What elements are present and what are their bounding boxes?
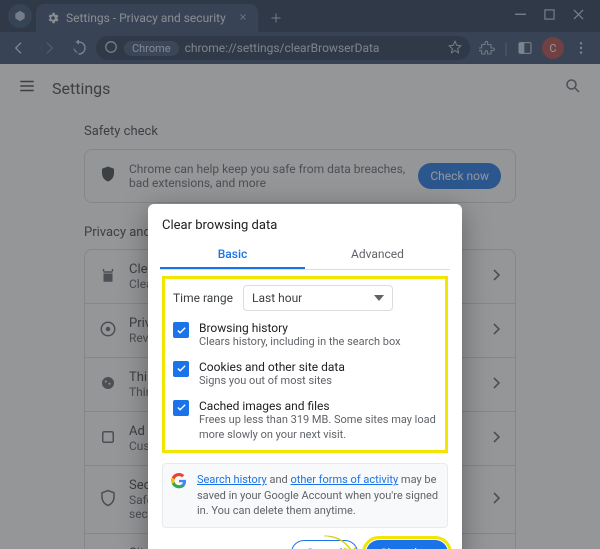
time-range-value: Last hour (252, 291, 302, 305)
dialog-title: Clear browsing data (162, 218, 448, 233)
google-logo-icon (171, 473, 187, 489)
clear-option-row: Browsing historyClears history, includin… (173, 321, 437, 350)
other-activity-link[interactable]: other forms of activity (290, 473, 398, 486)
cancel-button[interactable]: Cancel (291, 540, 358, 549)
option-sublabel: Clears history, including in the search … (199, 335, 401, 350)
clear-browsing-data-dialog: Clear browsing data Basic Advanced Time … (148, 204, 462, 549)
google-info-box: Search history and other forms of activi… (162, 463, 448, 527)
clear-option-row: Cookies and other site dataSigns you out… (173, 360, 437, 389)
clear-option-row: Cached images and filesFrees up less tha… (173, 399, 437, 443)
option-label: Browsing history (199, 321, 401, 335)
checkbox[interactable] (173, 322, 189, 338)
tab-basic[interactable]: Basic (160, 241, 305, 269)
google-info-text: Search history and other forms of activi… (197, 472, 439, 518)
clear-data-button[interactable]: Clear data (366, 540, 448, 549)
highlight-region: Time range Last hour Browsing historyCle… (162, 276, 448, 453)
tab-advanced[interactable]: Advanced (305, 241, 450, 269)
checkbox[interactable] (173, 361, 189, 377)
option-label: Cookies and other site data (199, 360, 345, 374)
search-history-link[interactable]: Search history (197, 473, 267, 486)
checkbox[interactable] (173, 400, 189, 416)
option-sublabel: Frees up less than 319 MB. Some sites ma… (199, 413, 437, 443)
option-sublabel: Signs you out of most sites (199, 374, 345, 389)
time-range-select[interactable]: Last hour (243, 285, 393, 311)
time-range-label: Time range (173, 291, 233, 305)
chevron-down-icon (374, 295, 384, 301)
option-label: Cached images and files (199, 399, 437, 413)
